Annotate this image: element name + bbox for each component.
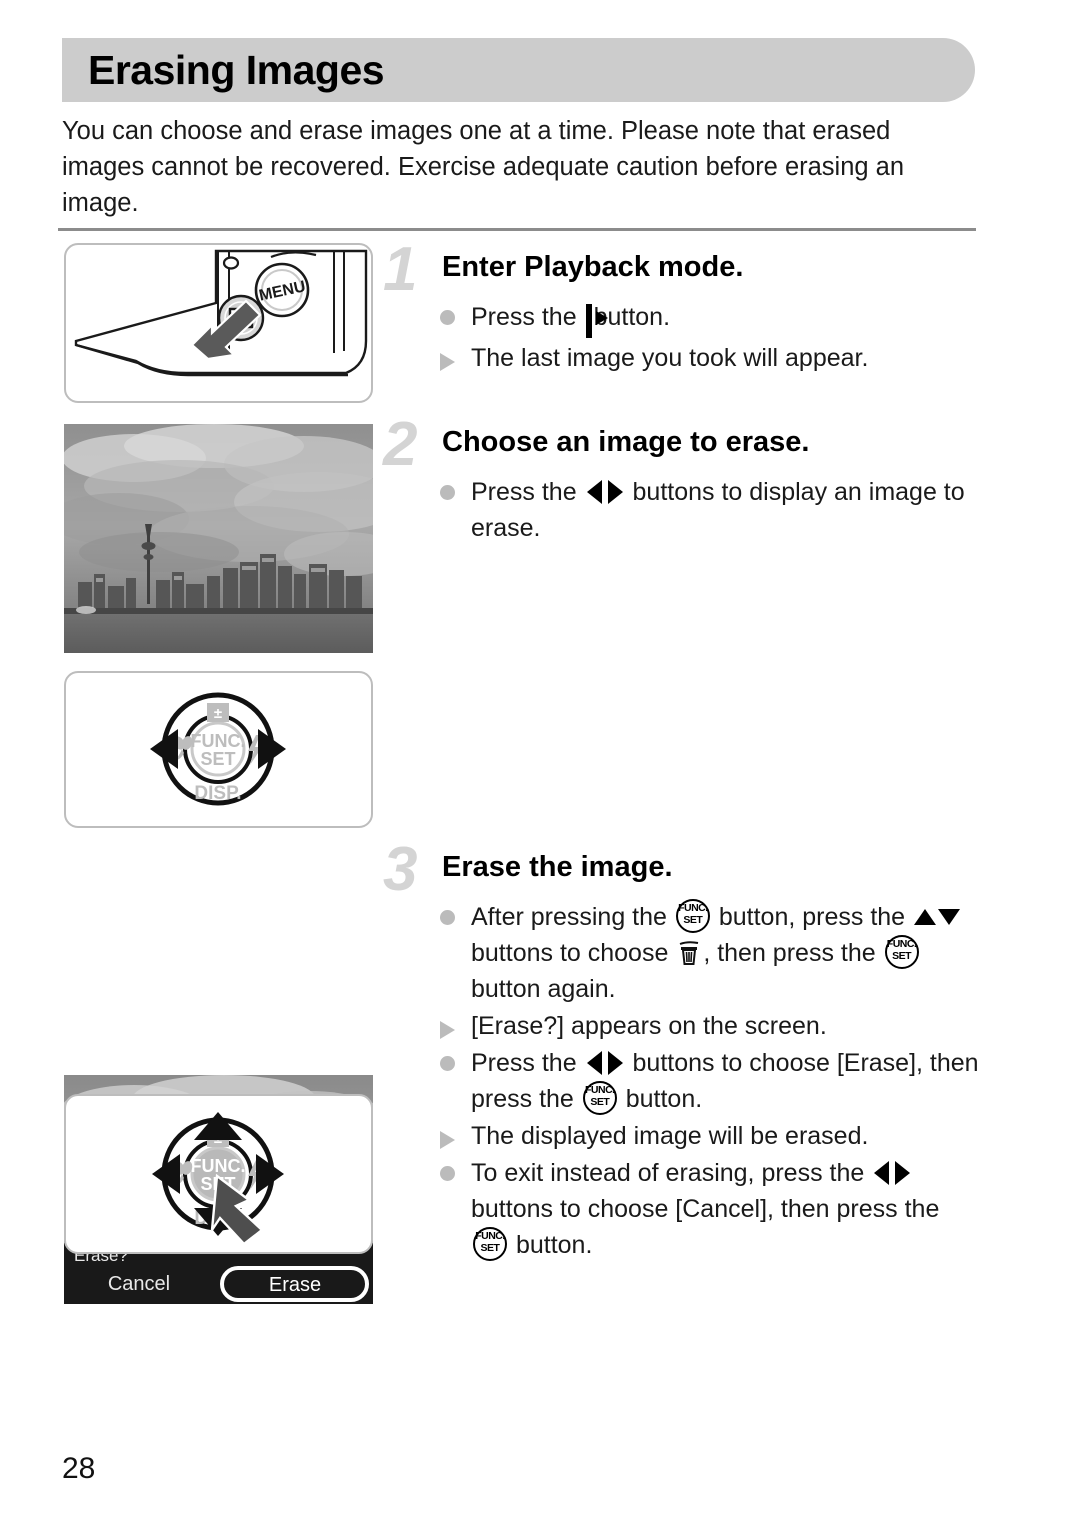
func-label: FUNC.: [678, 902, 708, 914]
step-1-line-2-text: The last image you took will appear.: [471, 344, 869, 372]
step-2-line-1-text-a: Press the: [471, 478, 584, 506]
step-3-header: 3 Erase the image.: [383, 839, 983, 901]
func-label: FUNC.: [886, 938, 917, 950]
step-2-header: 2 Choose an image to erase.: [383, 414, 983, 476]
figure-skyline-photo: [64, 424, 373, 653]
camera-rear-illustration: MENU: [74, 249, 368, 377]
bullet-dot-icon: [440, 1056, 455, 1071]
bullet-triangle-icon: [440, 1131, 455, 1149]
step-3-line-1-text-e: button again.: [471, 975, 616, 1003]
set-label: SET: [683, 914, 703, 926]
step-1-number: 1: [383, 235, 418, 304]
trash-icon: [677, 940, 701, 966]
step-3-line-2-text: [Erase?] appears on the screen.: [471, 1012, 827, 1040]
step-2-number: 2: [383, 410, 418, 479]
step-1-body: Press the button. The last image you too…: [438, 299, 983, 376]
func-set-button-icon: FUNC. SET: [582, 1081, 617, 1115]
page-number: 28: [62, 1452, 96, 1485]
step-3-body: After pressing the FUNC. SET button, pres…: [438, 899, 983, 1263]
step-3-line-3: Press the buttons to choose [Erase], the…: [438, 1045, 983, 1117]
intro-paragraph: You can choose and erase images one at a…: [62, 117, 905, 217]
control-dial-diagram-pressed: FUNC. SET ± DISP.: [152, 1112, 284, 1246]
step-3-line-3-text-c: button.: [618, 1085, 703, 1113]
step-1-line-2: The last image you took will appear.: [438, 340, 983, 376]
step-1-line-1-text-a: Press the: [471, 303, 584, 331]
bullet-triangle-icon: [440, 353, 455, 371]
playback-button-icon: [585, 304, 592, 338]
step-3-line-1: After pressing the FUNC. SET button, pres…: [438, 899, 983, 1007]
step-3-number: 3: [383, 835, 418, 904]
step-3-line-4: The displayed image will be erased.: [438, 1118, 983, 1154]
step-1: 1 Enter Playback mode. Press the button.…: [383, 239, 983, 377]
up-down-arrows-icon: [914, 906, 961, 928]
set-label: SET: [480, 1242, 500, 1254]
bullet-dot-icon: [440, 910, 455, 925]
step-3-line-5-text-a: To exit instead of erasing, press the: [471, 1159, 872, 1187]
step-3-line-2: [Erase?] appears on the screen.: [438, 1008, 983, 1044]
step-3-line-1-text-a: After pressing the: [471, 903, 674, 931]
bullet-dot-icon: [440, 485, 455, 500]
control-dial-diagram: FUNC. SET ± DISP.: [150, 692, 286, 806]
step-1-title: Enter Playback mode.: [442, 251, 744, 283]
dial2-func-label: FUNC.: [191, 1156, 246, 1176]
step-2-title: Choose an image to erase.: [442, 426, 810, 458]
func-label: FUNC.: [475, 1230, 505, 1242]
step-3: 3 Erase the image. After pressing the FU…: [383, 839, 983, 1264]
dial-disp-label: DISP.: [194, 783, 241, 804]
figure-control-dial-left-right: FUNC. SET ± DISP.: [64, 671, 373, 828]
step-2-line-1: Press the buttons to display an image to…: [438, 474, 983, 546]
bullet-dot-icon: [440, 1166, 455, 1181]
step-2-body: Press the buttons to display an image to…: [438, 474, 983, 546]
left-right-arrows-icon: [586, 1051, 623, 1075]
step-2: 2 Choose an image to erase. Press the bu…: [383, 414, 983, 547]
func-set-button-icon: FUNC. SET: [675, 899, 710, 933]
left-right-arrows-icon: [874, 1161, 911, 1185]
bullet-triangle-icon: [440, 1021, 455, 1039]
step-3-line-3-text-a: Press the: [471, 1049, 584, 1077]
func-label: FUNC.: [584, 1084, 615, 1096]
left-right-arrows-icon: [586, 480, 623, 504]
func-set-button-icon: FUNC. SET: [473, 1227, 507, 1261]
step-3-line-1-text-b: button, press the: [711, 903, 913, 931]
step-1-header: 1 Enter Playback mode.: [383, 239, 983, 301]
city-skyline-photo: [64, 424, 373, 653]
func-set-button-icon: FUNC. SET: [884, 935, 919, 969]
step-3-line-5-text-c: button.: [509, 1231, 593, 1259]
cancel-option-label[interactable]: Cancel: [108, 1273, 170, 1295]
dial-set-label: SET: [200, 749, 235, 769]
erase-option-label[interactable]: Erase: [269, 1274, 321, 1296]
step-3-title: Erase the image.: [442, 851, 673, 883]
dial-func-label: FUNC.: [191, 731, 246, 751]
set-label: SET: [892, 950, 912, 962]
bullet-dot-icon: [440, 310, 455, 325]
step-3-line-4-text: The displayed image will be erased.: [471, 1122, 869, 1150]
figure-control-dial-all-directions: FUNC. SET ± DISP.: [64, 1094, 373, 1254]
set-label: SET: [590, 1096, 610, 1108]
step-3-line-1-text-c: buttons to choose: [471, 939, 676, 967]
section-divider: [58, 228, 976, 231]
step-1-line-1: Press the button.: [438, 299, 983, 339]
figure-camera-playback-button: MENU: [64, 243, 373, 403]
exposure-compensation-icon: ±: [214, 705, 222, 722]
step-3-line-5: To exit instead of erasing, press the bu…: [438, 1155, 983, 1263]
step-3-line-1-text-d: , then press the: [703, 939, 883, 967]
step-3-line-5-text-b: buttons to choose [Cancel], then press t…: [471, 1195, 940, 1223]
page-title: Erasing Images: [88, 47, 385, 93]
